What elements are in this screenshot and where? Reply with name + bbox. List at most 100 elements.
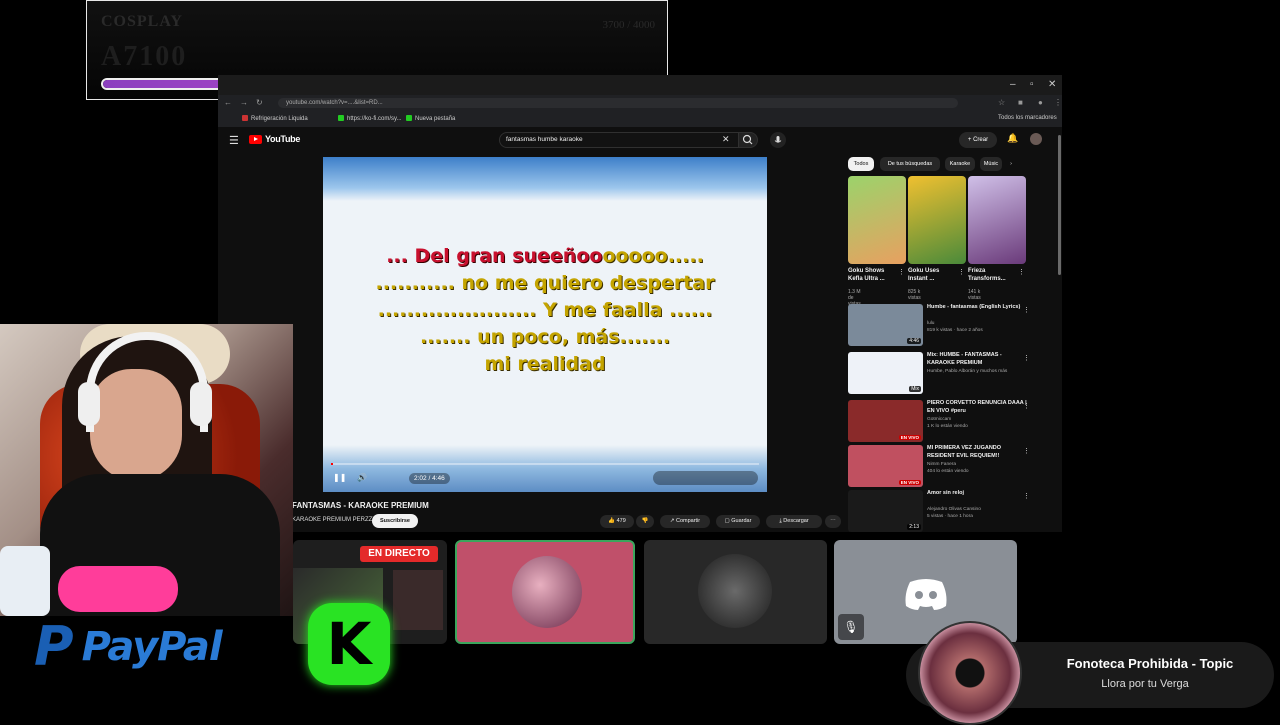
chips-next-icon[interactable]: › [1006,157,1016,171]
search-button[interactable] [738,132,758,148]
goal-count: 3700 / 4000 [602,19,655,31]
short-menu-icon[interactable]: ⋮ [898,268,905,276]
recommended-title[interactable]: Mix: HUMBE - FANTASMAS - KARAOKE PREMIUM [927,352,1027,367]
goal-title: COSPLAY [101,13,183,30]
recommended-channel[interactable]: Gotmiccam [927,417,951,422]
short-menu-icon[interactable]: ⋮ [958,268,965,276]
pause-icon[interactable]: ❚❚ [333,473,346,482]
recommended-channel[interactable]: Alejandro Olivas Cansino [927,507,981,512]
paypal-wordmark: PayPal [81,624,223,670]
search-input[interactable]: fantasmas humbe karaoke [499,132,739,148]
all-bookmarks[interactable]: Todos los marcadores [998,115,1057,121]
recommended-thumbnail[interactable]: EN VIVO [848,445,923,487]
maximize-icon[interactable]: ▫ [1030,79,1034,90]
bookmark-kofi[interactable]: https://ko-fi.com/sy... [338,115,402,122]
recommended-item[interactable]: 2:13 Amor sin reloj Alejandro Olivas Cansi… [848,490,1038,534]
video-progress-bar[interactable] [331,463,759,465]
bookmark-nueva[interactable]: Nueva pestaña [406,115,455,122]
profile-icon[interactable]: ● [1038,98,1043,107]
back-icon[interactable]: ← [224,98,232,107]
create-button[interactable]: + Crear [959,132,997,148]
recommended-menu-icon[interactable]: ⋮ [1023,402,1030,410]
hamburger-menu-icon[interactable]: ☰ [229,134,239,147]
extensions-icon[interactable]: ■ [1018,98,1023,107]
save-button[interactable]: ▢ Guardar [716,515,760,528]
album-art-disc [918,621,1022,725]
video-progress-fill [331,463,333,465]
recommended-menu-icon[interactable]: ⋮ [1023,447,1030,455]
star-icon[interactable]: ☆ [998,98,1005,107]
recommended-thumbnail[interactable]: EN VIVO [848,400,923,442]
like-button[interactable]: 👍 479 [600,515,634,528]
share-button[interactable]: ↗ Compartir [660,515,710,528]
short-thumbnail[interactable] [848,176,906,264]
url-field[interactable]: youtube.com/watch?v=....&list=RD... [278,98,958,108]
browser-window: – ▫ ✕ ← → ↻ youtube.com/watch?v=....&lis… [218,75,1062,532]
video-title: FANTASMAS - KARAOKE PREMIUM [292,501,429,510]
recommended-title[interactable]: Humbe - fantasmas (English Lyrics) [927,304,1027,312]
close-icon[interactable]: ✕ [1048,79,1056,90]
recommended-channel[interactable]: Humbe, Pablo Alborán y muchos más [927,369,1007,374]
recommended-meta: 819 k vistas · hace 2 años [927,328,983,333]
minimize-icon[interactable]: – [1010,79,1016,90]
chip-busquedas[interactable]: De tus búsquedas [880,157,940,171]
recommended-menu-icon[interactable]: ⋮ [1023,492,1030,500]
recommended-channel[interactable]: lulu [927,321,934,326]
browser-menu-icon[interactable]: ⋮ [1054,98,1062,107]
youtube-header: ☰ YouTube fantasmas humbe karaoke ✕ + Cr… [218,127,1062,155]
discord-tile-speaking[interactable] [455,540,635,644]
channel-name[interactable]: KARAOKE PREMIUM PERZZY [292,517,376,523]
player-right-controls[interactable] [653,471,758,485]
participant-avatar [512,556,582,628]
bookmarks-bar: Refrigeración Liquida https://ko-fi.com/… [218,111,1062,128]
short-menu-icon[interactable]: ⋮ [1018,268,1025,276]
short-title[interactable]: Goku Uses Instant ... [908,267,960,283]
recommended-meta: 1 K lo están viendo [927,424,968,429]
recommended-item[interactable]: Mix Mix: HUMBE - FANTASMAS - KARAOKE PREM… [848,352,1038,396]
recommended-menu-icon[interactable]: ⋮ [1023,306,1030,314]
webcam-feed [0,324,293,616]
chip-todos[interactable]: Todos [848,157,874,171]
dislike-button[interactable]: 👎 [636,515,654,528]
youtube-logo[interactable]: YouTube [249,134,300,144]
recommended-title[interactable]: MI PRIMERA VEZ JUGANDO RESIDENT EVIL REQ… [927,445,1027,460]
chip-musica[interactable]: Músic [980,157,1002,171]
page-scrollbar[interactable] [1058,135,1061,275]
forward-icon[interactable]: → [240,98,248,107]
recommended-item[interactable]: EN VIVO PIERO CORVETTO RENUNCIA DAAA | EN… [848,400,1038,444]
recommended-menu-icon[interactable]: ⋮ [1023,354,1030,362]
recommended-thumbnail[interactable]: 4:46 [848,304,923,346]
chip-karaoke[interactable]: Karaoke [945,157,975,171]
recommended-thumbnail[interactable]: Mix [848,352,923,394]
recommended-title[interactable]: PIERO CORVETTO RENUNCIA DAAA | EN VIVO #… [927,400,1027,415]
short-title[interactable]: Frieza Transforms... [968,267,1020,283]
recommended-item[interactable]: EN VIVO MI PRIMERA VEZ JUGANDO RESIDENT E… [848,445,1038,489]
short-thumbnail[interactable] [968,176,1026,264]
goal-amount: A7100 [101,41,188,72]
discord-tile-participant[interactable] [644,540,827,644]
more-actions-button[interactable]: ⋯ [825,515,841,528]
notifications-bell-icon[interactable]: 🔔 [1007,133,1018,144]
download-button[interactable]: ⤓ Descargar [766,515,822,528]
lyric-unsung: ooooo..... [602,245,704,267]
recommended-thumbnail[interactable]: 2:13 [848,490,923,532]
youtube-play-icon [249,134,262,144]
duration-badge: EN VIVO [898,480,921,485]
participant-avatar-2 [698,554,772,628]
reload-icon[interactable]: ↻ [256,98,263,107]
clear-search-icon[interactable]: ✕ [722,134,730,145]
recommended-title[interactable]: Amor sin reloj [927,490,1027,498]
recommended-item[interactable]: 4:46 Humbe - fantasmas (English Lyrics) lu… [848,304,1038,348]
kofi-letter: K [326,610,372,678]
video-player[interactable]: ... Del gran sueeñooooooo..... .........… [323,157,767,492]
bookmark-refrigeracion[interactable]: Refrigeración Liquida [242,115,308,122]
user-avatar[interactable] [1030,133,1042,145]
stream-preview-2 [393,570,443,630]
short-title[interactable]: Goku Shows Kefla Ultra ... [848,267,900,283]
recommended-channel[interactable]: Nimm Fanera [927,462,956,467]
short-thumbnail[interactable] [908,176,966,264]
volume-icon[interactable]: 🔊 [357,473,367,482]
game-controller [58,566,178,612]
subscribe-button[interactable]: Suscribirse [372,514,418,528]
voice-search-button[interactable] [770,132,786,148]
